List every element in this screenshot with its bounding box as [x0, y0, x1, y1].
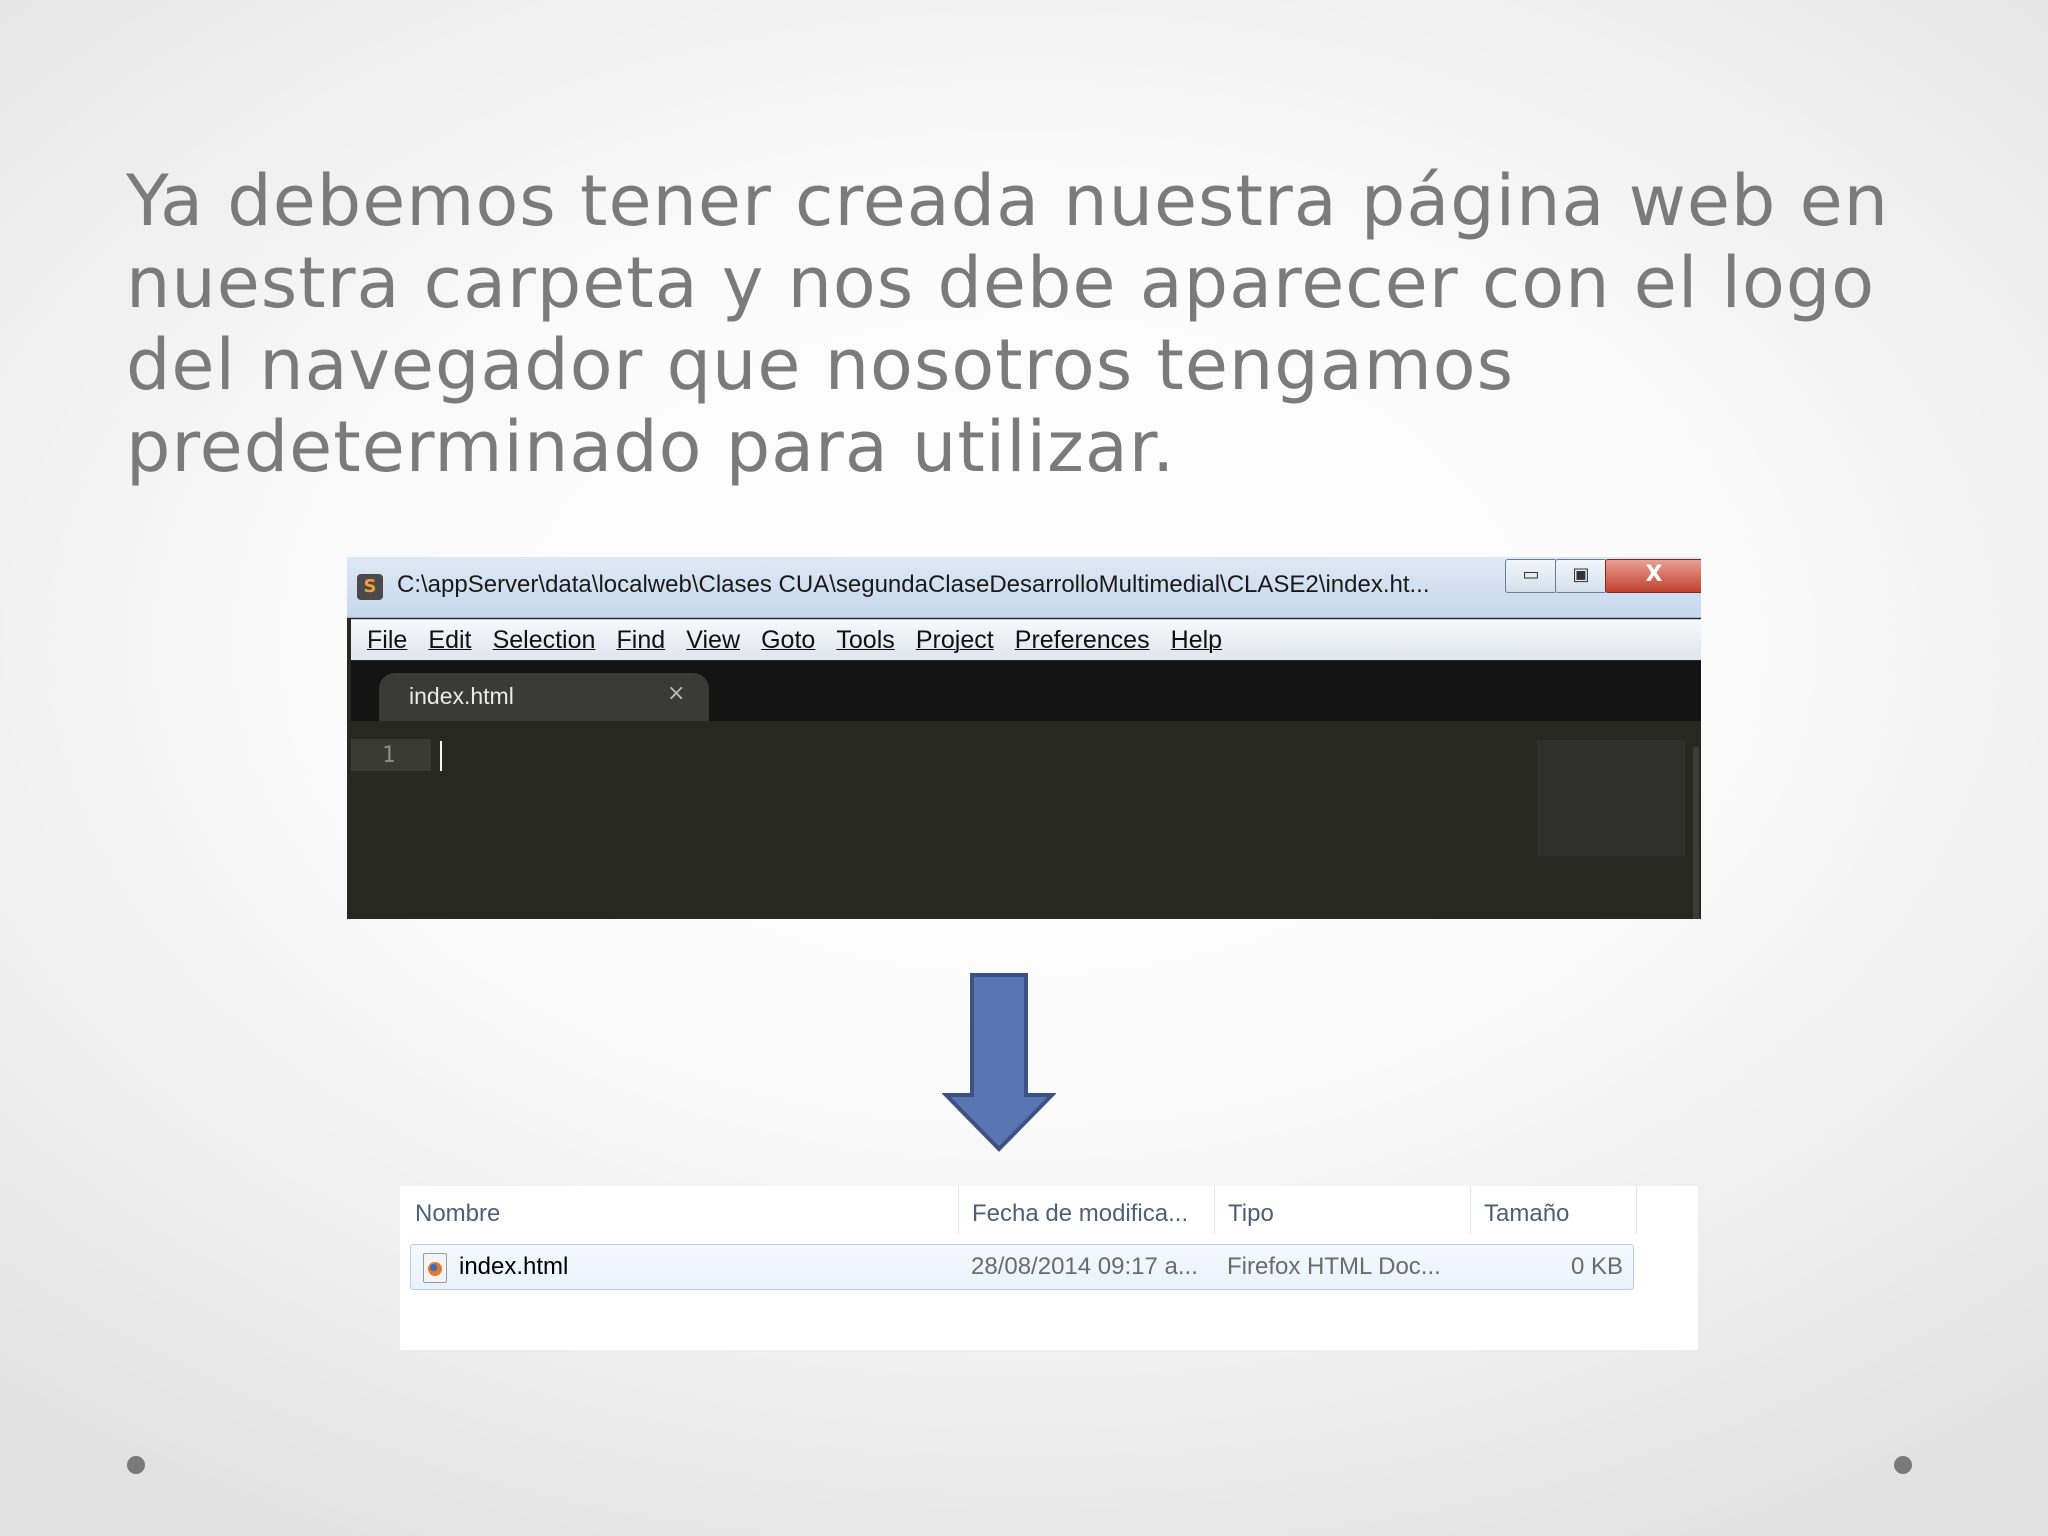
menu-file[interactable]: File [367, 620, 407, 660]
menu-goto[interactable]: Goto [761, 620, 815, 660]
window-titlebar[interactable]: S C:\appServer\data\localweb\Clases CUA\… [347, 557, 1701, 618]
down-arrow-shape [942, 973, 1056, 1152]
file-type: Firefox HTML Doc... [1227, 1253, 1441, 1280]
column-header-tamano[interactable]: Tamaño [1484, 1186, 1569, 1230]
menu-edit[interactable]: Edit [428, 620, 471, 660]
menu-find[interactable]: Find [617, 620, 666, 660]
tab-label: index.html [409, 683, 514, 709]
column-divider[interactable] [1636, 1186, 1637, 1234]
window-title: C:\appServer\data\localweb\Clases CUA\se… [397, 571, 1430, 598]
file-date: 28/08/2014 09:17 a... [971, 1253, 1198, 1280]
tab-close-icon[interactable]: × [667, 681, 685, 706]
firefox-html-icon [423, 1253, 447, 1283]
menu-help[interactable]: Help [1171, 620, 1222, 660]
slide-title: Ya debemos tener creada nuestra página w… [126, 160, 1890, 488]
file-name: index.html [459, 1253, 569, 1280]
column-header-fecha[interactable]: Fecha de modifica... [972, 1186, 1188, 1230]
slide-bullet-right [1894, 1456, 1912, 1474]
text-cursor[interactable] [440, 741, 442, 771]
menu-project[interactable]: Project [916, 620, 994, 660]
sublime-editor-window: S C:\appServer\data\localweb\Clases CUA\… [347, 557, 1701, 919]
minimap[interactable] [1537, 740, 1685, 856]
file-row-index-html[interactable]: index.html 28/08/2014 09:17 a... Firefox… [410, 1244, 1634, 1290]
down-arrow-icon [942, 973, 1056, 1152]
menu-preferences[interactable]: Preferences [1015, 620, 1150, 660]
file-explorer-list: Nombre Fecha de modifica... Tipo Tamaño … [400, 1186, 1698, 1350]
slide-bullet-left [127, 1456, 145, 1474]
close-button[interactable]: X [1605, 559, 1701, 593]
minimize-button[interactable]: ▭ [1505, 559, 1557, 593]
sublime-app-icon: S [357, 574, 383, 600]
column-divider[interactable] [958, 1186, 959, 1234]
column-header-tipo[interactable]: Tipo [1228, 1186, 1274, 1230]
column-header-nombre[interactable]: Nombre [415, 1186, 500, 1230]
column-divider[interactable] [1214, 1186, 1215, 1234]
menu-view[interactable]: View [686, 620, 740, 660]
menu-bar: File Edit Selection Find View Goto Tools… [351, 619, 1701, 660]
menu-tools[interactable]: Tools [836, 620, 894, 660]
file-size: 0 KB [1570, 1253, 1623, 1280]
tab-bar: index.html × [351, 661, 1701, 721]
column-divider[interactable] [1470, 1186, 1471, 1234]
menu-selection[interactable]: Selection [493, 620, 596, 660]
maximize-button[interactable]: ▣ [1555, 559, 1607, 593]
scrollbar[interactable] [1693, 747, 1699, 919]
line-number: 1 [382, 743, 396, 768]
